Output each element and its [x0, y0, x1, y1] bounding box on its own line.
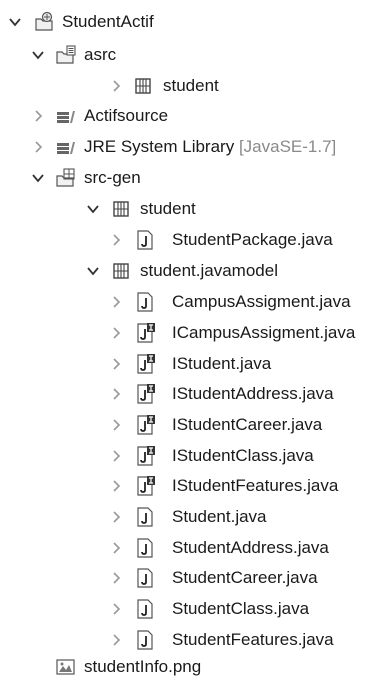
project-icon: [33, 11, 55, 33]
tree-row-file[interactable]: ICampusAssigment.java: [0, 318, 391, 348]
package-explorer-tree: StudentActif asrc student Actifsource JR…: [0, 0, 391, 682]
tree-row-file[interactable]: StudentCareer.java: [0, 563, 391, 593]
tree-label-file: ICampusAssigment.java: [172, 323, 356, 342]
tree-row-file[interactable]: IStudentFeatures.java: [0, 471, 391, 501]
tree-row-actifsource[interactable]: Actifsource: [0, 101, 391, 131]
chevron-right-icon[interactable]: [109, 357, 123, 371]
tree-label-actifsource: Actifsource: [84, 106, 169, 125]
chevron-right-icon[interactable]: [109, 479, 123, 493]
source-folder-icon: [55, 167, 77, 189]
tree-row-file[interactable]: StudentPackage.java: [0, 225, 391, 255]
chevron-down-icon[interactable]: [31, 48, 45, 62]
tree-row-file[interactable]: IStudentCareer.java: [0, 410, 391, 440]
java-file-icon: [134, 567, 156, 589]
tree-row-file[interactable]: IStudent.java: [0, 349, 391, 379]
tree-label-file: CampusAssigment.java: [172, 292, 351, 311]
tree-label-file: StudentClass.java: [172, 599, 310, 618]
tree-label-file: StudentFeatures.java: [172, 630, 334, 649]
chevron-down-icon[interactable]: [86, 264, 100, 278]
tree-label-srcgen-student: student: [140, 199, 196, 218]
java-file-icon: [134, 229, 156, 251]
chevron-right-icon[interactable]: [109, 79, 123, 93]
tree-row-file[interactable]: IStudentClass.java: [0, 441, 391, 471]
tree-label-javamodel: student.javamodel: [140, 261, 278, 280]
java-interface-file-icon: [134, 414, 156, 436]
package-icon: [110, 198, 132, 220]
chevron-down-icon[interactable]: [8, 15, 22, 29]
tree-row-image-file[interactable]: studentInfo.png: [0, 652, 391, 682]
chevron-right-icon[interactable]: [31, 109, 45, 123]
chevron-right-icon[interactable]: [109, 326, 123, 340]
tree-row-file[interactable]: StudentAddress.java: [0, 533, 391, 563]
library-icon: [55, 136, 77, 158]
chevron-right-icon[interactable]: [109, 449, 123, 463]
java-interface-file-icon: [134, 353, 156, 375]
tree-label-asrc: asrc: [84, 45, 117, 64]
tree-row-file[interactable]: Student.java: [0, 502, 391, 532]
tree-label-jre-wrap: JRE System Library [JavaSE-1.7]: [84, 132, 336, 162]
java-file-icon: [134, 537, 156, 559]
image-file-icon: [55, 656, 77, 678]
library-icon: [55, 105, 77, 127]
java-file-icon: [134, 506, 156, 528]
chevron-right-icon[interactable]: [109, 387, 123, 401]
tree-label-image-file: studentInfo.png: [84, 657, 202, 676]
tree-label-file: IStudentCareer.java: [172, 415, 323, 434]
java-file-icon: [134, 598, 156, 620]
chevron-right-icon[interactable]: [109, 541, 123, 555]
tree-label-jre: JRE System Library: [84, 137, 235, 156]
tree-label-asrc-student: student: [163, 76, 219, 95]
tree-label-file: IStudent.java: [172, 354, 272, 373]
tree-label-file: StudentPackage.java: [172, 230, 333, 249]
tree-row-file[interactable]: StudentFeatures.java: [0, 625, 391, 655]
package-icon: [110, 260, 132, 282]
chevron-right-icon[interactable]: [109, 602, 123, 616]
tree-row-file[interactable]: IStudentAddress.java: [0, 379, 391, 409]
chevron-right-icon[interactable]: [109, 418, 123, 432]
tree-row-javamodel[interactable]: student.javamodel: [0, 256, 391, 286]
jre-version-decoration: [JavaSE-1.7]: [238, 137, 337, 156]
source-folder-icon: [55, 44, 77, 66]
tree-label-file: Student.java: [172, 507, 267, 526]
tree-row-jre[interactable]: JRE System Library [JavaSE-1.7]: [0, 132, 391, 162]
chevron-right-icon[interactable]: [109, 571, 123, 585]
java-interface-file-icon: [134, 322, 156, 344]
tree-row-asrc-student[interactable]: student: [0, 71, 391, 101]
tree-label-project: StudentActif: [62, 12, 154, 31]
java-interface-file-icon: [134, 475, 156, 497]
chevron-right-icon[interactable]: [109, 510, 123, 524]
tree-row-asrc[interactable]: asrc: [0, 40, 391, 70]
package-icon: [132, 75, 154, 97]
chevron-right-icon[interactable]: [109, 233, 123, 247]
tree-label-file: IStudentFeatures.java: [172, 476, 339, 495]
chevron-right-icon[interactable]: [109, 633, 123, 647]
tree-label-file: IStudentClass.java: [172, 446, 314, 465]
tree-label-file: StudentCareer.java: [172, 568, 318, 587]
java-interface-file-icon: [134, 445, 156, 467]
java-file-icon: [134, 629, 156, 651]
tree-label-file: StudentAddress.java: [172, 538, 329, 557]
chevron-right-icon[interactable]: [31, 140, 45, 154]
chevron-down-icon[interactable]: [86, 202, 100, 216]
tree-label-file: IStudentAddress.java: [172, 384, 334, 403]
chevron-right-icon[interactable]: [109, 295, 123, 309]
tree-row-srcgen-student[interactable]: student: [0, 194, 391, 224]
tree-row-file[interactable]: StudentClass.java: [0, 594, 391, 624]
tree-row-src-gen[interactable]: src-gen: [0, 163, 391, 193]
java-file-icon: [134, 291, 156, 313]
java-interface-file-icon: [134, 383, 156, 405]
tree-row-project[interactable]: StudentActif: [0, 7, 391, 37]
chevron-down-icon[interactable]: [31, 171, 45, 185]
tree-row-file[interactable]: CampusAssigment.java: [0, 287, 391, 317]
tree-label-src-gen: src-gen: [84, 168, 141, 187]
